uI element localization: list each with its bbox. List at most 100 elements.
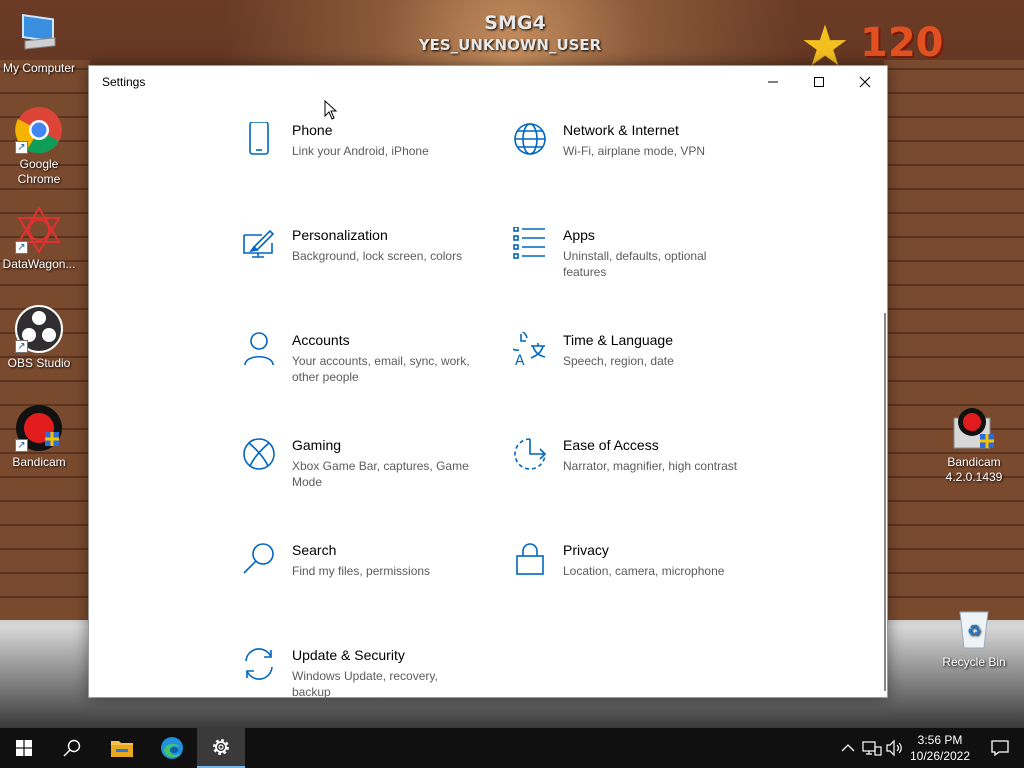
tile-name: Search <box>292 542 337 558</box>
xbox-icon <box>242 437 276 471</box>
tile-description: Narrator, magnifier, high contrast <box>563 459 738 473</box>
wallpaper-brick-wall-right <box>884 60 1024 620</box>
tile-name: Apps <box>563 227 595 243</box>
start-button[interactable] <box>0 728 48 768</box>
tile-description: Wi-Fi, airplane mode, VPN <box>563 144 706 158</box>
settings-window: Settings Phone Link your Android, iPhone… <box>88 65 888 699</box>
tile-name: Ease of Access <box>563 437 659 453</box>
action-center-button[interactable] <box>976 728 1024 768</box>
tile-description: Location, camera, microphone <box>563 564 725 578</box>
windows-logo-icon <box>16 740 32 756</box>
shortcut-arrow-icon: ↗ <box>15 340 28 353</box>
tile-description: Background, lock screen, colors <box>292 249 463 263</box>
tile-name: Time & Language <box>563 332 673 348</box>
globe-icon <box>513 122 547 156</box>
settings-tile-personalization[interactable]: Personalization Background, lock screen,… <box>242 227 492 307</box>
scrollbar[interactable] <box>883 98 887 698</box>
minimize-button[interactable] <box>750 66 796 98</box>
desktop-icon-google-chrome[interactable]: ↗ Google Chrome <box>0 106 78 187</box>
mouse-cursor-icon <box>324 100 338 120</box>
desktop-icon-label: Google Chrome <box>17 157 61 186</box>
desktop-icon-label: OBS Studio <box>7 356 71 370</box>
tile-description: Link your Android, iPhone <box>292 144 429 158</box>
svg-text:A: A <box>515 353 525 366</box>
taskbar-search-button[interactable] <box>48 728 96 768</box>
window-title: Settings <box>102 75 146 89</box>
settings-tile-network-internet[interactable]: Network & Internet Wi-Fi, airplane mode,… <box>513 122 763 202</box>
settings-tile-search[interactable]: Search Find my files, permissions <box>242 542 492 622</box>
settings-tile-time-language[interactable]: A Time & Language Speech, region, date <box>506 329 763 412</box>
wallpaper-star-count: 120 <box>860 20 944 66</box>
tile-name: Privacy <box>563 542 609 558</box>
settings-tile-privacy[interactable]: Privacy Location, camera, microphone <box>513 542 763 622</box>
tile-name: Gaming <box>292 437 342 453</box>
desktop-icon-datawagon[interactable]: ↗ DataWagon... <box>0 206 78 272</box>
desktop-icon-obs-studio[interactable]: ↗ OBS Studio <box>0 305 78 371</box>
tile-description: Speech, region, date <box>563 354 674 368</box>
shortcut-arrow-icon: ↗ <box>15 141 28 154</box>
network-icon <box>862 741 882 756</box>
settings-tile-accounts[interactable]: Accounts Your accounts, email, sync, wor… <box>242 332 492 412</box>
clock-date: 10/26/2022 <box>909 749 971 763</box>
taskbar: 3:56 PM 10/26/2022 <box>0 728 1024 768</box>
scrollbar-thumb[interactable] <box>884 313 886 691</box>
tile-description: Uninstall, defaults, optional features <box>563 249 707 279</box>
ease-of-access-icon <box>513 437 547 471</box>
settings-tile-ease-of-access[interactable]: Ease of Access Narrator, magnifier, high… <box>513 437 763 517</box>
title-bar[interactable]: Settings <box>89 66 887 98</box>
close-icon <box>859 76 871 88</box>
taskbar-file-explorer[interactable] <box>98 728 146 768</box>
maximize-button[interactable] <box>796 66 842 98</box>
phone-icon <box>242 121 276 156</box>
apps-list-icon <box>513 226 547 261</box>
sync-icon <box>242 647 276 681</box>
obs-icon: ↗ <box>15 305 63 353</box>
paintbrush-icon <box>242 227 276 261</box>
tile-name: Network & Internet <box>563 122 679 138</box>
desktop-icon-my-computer[interactable]: My Computer <box>0 10 78 76</box>
maximize-icon <box>814 77 824 87</box>
desktop-icon-recycle-bin[interactable]: ♻ Recycle Bin <box>935 604 1013 670</box>
chrome-icon: ↗ <box>15 106 63 154</box>
svg-text:♻: ♻ <box>967 621 981 640</box>
desktop-icon-bandicam-installer[interactable]: Bandicam 4.2.0.1439 <box>935 404 1013 485</box>
lock-icon <box>513 542 547 576</box>
shortcut-arrow-icon: ↗ <box>15 241 28 254</box>
wallpaper-title: SMG4 <box>484 12 546 34</box>
my-computer-icon <box>15 10 63 58</box>
desktop-icon-bandicam[interactable]: ↗ Bandicam <box>0 404 78 470</box>
chevron-up-icon <box>841 744 855 752</box>
tile-name: Personalization <box>292 227 388 243</box>
close-button[interactable] <box>842 66 888 98</box>
tile-description: Your accounts, email, sync, work, other … <box>292 354 470 384</box>
desktop-icon-label: DataWagon... <box>2 257 76 271</box>
taskbar-clock[interactable]: 3:56 PM 10/26/2022 <box>908 732 972 764</box>
volume-tray-button[interactable] <box>885 738 905 758</box>
taskbar-settings[interactable] <box>197 728 245 768</box>
tile-description: Windows Update, recovery, backup <box>292 669 438 699</box>
settings-tile-phone[interactable]: Phone Link your Android, iPhone <box>242 121 492 202</box>
desktop-icon-label: My Computer <box>2 61 76 75</box>
edge-icon <box>161 737 183 759</box>
recycle-bin-icon: ♻ <box>950 604 998 652</box>
taskbar-edge[interactable] <box>148 728 196 768</box>
shortcut-arrow-icon: ↗ <box>15 439 28 452</box>
show-hidden-icons-button[interactable] <box>838 738 858 758</box>
tile-name: Update & Security <box>292 647 405 663</box>
tile-description: Find my files, permissions <box>292 564 431 578</box>
settings-tile-gaming[interactable]: Gaming Xbox Game Bar, captures, Game Mod… <box>242 437 492 517</box>
settings-tile-apps[interactable]: Apps Uninstall, defaults, optional featu… <box>513 226 763 307</box>
network-tray-button[interactable] <box>862 738 882 758</box>
bandicam-icon: ↗ <box>15 404 63 452</box>
notification-icon <box>991 740 1009 757</box>
person-icon <box>242 332 276 366</box>
settings-tile-update-security[interactable]: Update & Security Windows Update, recove… <box>242 647 492 727</box>
tile-description: Xbox Game Bar, captures, Game Mode <box>292 459 469 489</box>
settings-gear-icon <box>213 739 229 755</box>
datawagon-icon: ↗ <box>15 206 63 254</box>
file-explorer-icon <box>111 741 133 757</box>
tile-name: Accounts <box>292 332 350 348</box>
search-icon <box>63 739 81 757</box>
wallpaper-subtitle: YES_UNKNOWN_USER <box>418 36 602 54</box>
desktop-icon-label: Bandicam 4.2.0.1439 <box>945 455 1003 484</box>
